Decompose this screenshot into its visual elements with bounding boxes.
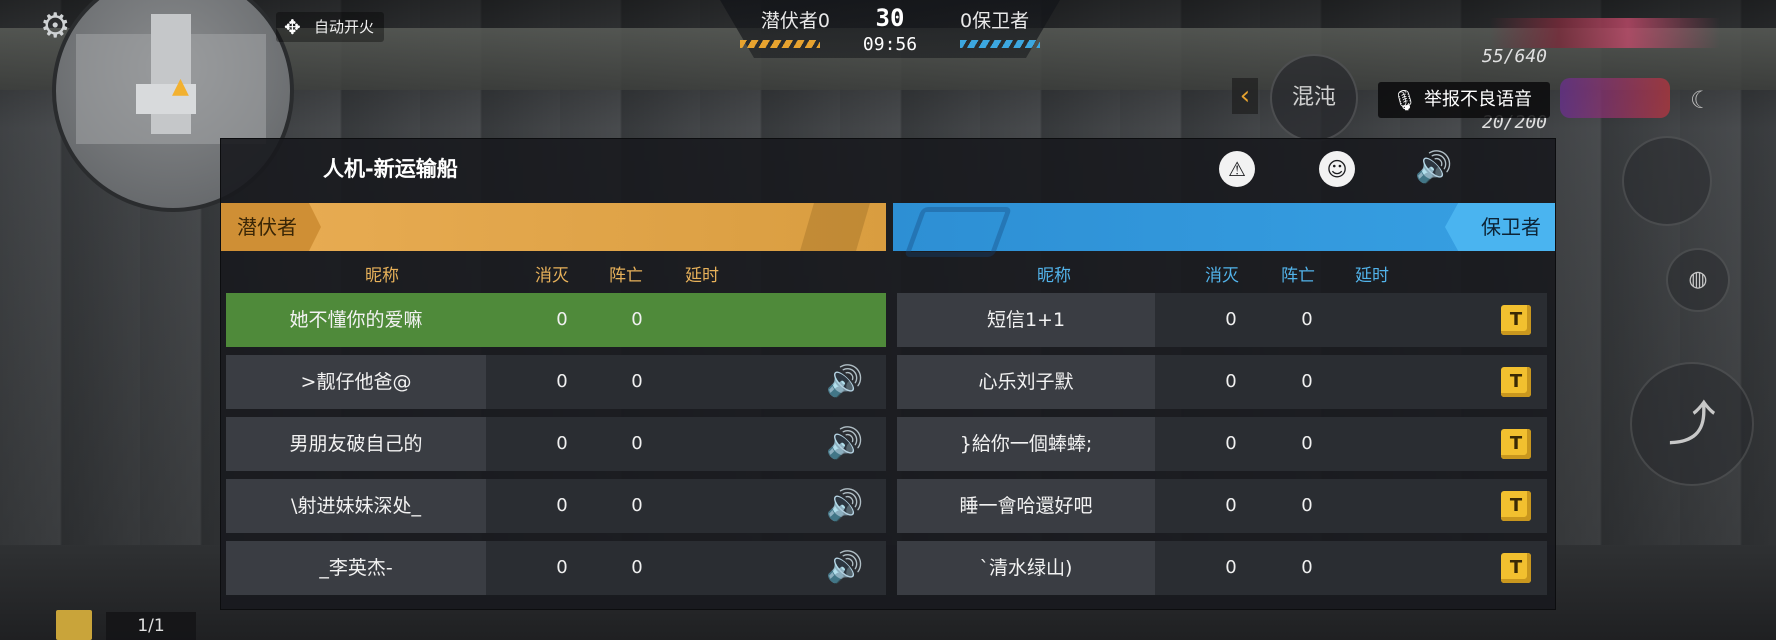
col-kills-right: 消灭 (1205, 266, 1239, 286)
player-kills: 0 (1225, 309, 1237, 330)
player-deaths: 0 (631, 433, 643, 454)
col-nickname-right: 昵称 (1037, 266, 1071, 286)
player-kills: 0 (1225, 557, 1237, 578)
panther-emblem-icon (800, 203, 870, 251)
player-name: \射进妹妹深处_ (226, 479, 486, 533)
speaker-icon[interactable]: 🔊 (826, 363, 863, 401)
shield-emblem-icon (903, 207, 1013, 257)
match-timer: 09:56 (862, 34, 918, 55)
target-score: 30 (875, 4, 905, 32)
t-badge-icon[interactable]: T (1501, 429, 1531, 459)
t-badge-icon[interactable]: T (1501, 553, 1531, 583)
report-voice-button[interactable]: 🎙 举报不良语音 (1378, 82, 1550, 118)
scoreboard-panel: 人机-新运输船 ⚠ ☺ 🔊 潜伏者 保卫者 昵称 消灭 阵亡 延时 昵称 消灭 … (220, 138, 1556, 610)
table-row[interactable]: \射进妹妹深处_ 0 0 🔊 (226, 479, 886, 533)
col-ping-left: 延时 (685, 266, 719, 286)
player-kills: 0 (556, 495, 568, 516)
player-position-icon: ▲ (172, 74, 189, 99)
t-badge-icon[interactable]: T (1501, 491, 1531, 521)
col-ping-right: 延时 (1355, 266, 1389, 286)
player-name: }給你一個蜯蜯; (897, 417, 1155, 471)
player-kills: 0 (556, 433, 568, 454)
auto-fire-label: 自动开火 (314, 18, 375, 36)
player-deaths: 0 (1301, 495, 1313, 516)
jump-button[interactable]: ⤴ (1630, 362, 1754, 486)
table-row[interactable]: >靓仔他爸@ 0 0 🔊 (226, 355, 886, 409)
player-deaths: 0 (631, 495, 643, 516)
speaker-icon[interactable]: 🔊 (1415, 151, 1452, 187)
grenade-skill-button[interactable] (1622, 136, 1712, 226)
player-deaths: 0 (1301, 371, 1313, 392)
team-left-points: 0 (817, 10, 830, 32)
t-badge-icon[interactable]: T (1501, 367, 1531, 397)
player-name: 短信1+1 (897, 293, 1155, 347)
item-count: 1/1 (106, 612, 196, 640)
item-icon[interactable] (56, 610, 92, 640)
player-kills: 0 (1225, 495, 1237, 516)
col-deaths-right: 阵亡 (1281, 266, 1315, 286)
crosshair-icon: ✥ (284, 15, 301, 39)
grenade-icon[interactable]: ◍ (1666, 248, 1730, 312)
mode-button[interactable]: 混沌 (1270, 54, 1358, 142)
primary-weapon-icon[interactable] (1490, 18, 1720, 48)
team-left-name: 潜伏者 (760, 10, 818, 32)
warning-icon[interactable]: ⚠ (1219, 151, 1255, 187)
map-title: 人机-新运输船 (323, 157, 458, 181)
speaker-icon[interactable]: 🔊 (826, 549, 863, 587)
player-name: _李英杰- (226, 541, 486, 595)
team-left-score: 潜伏者0 (720, 6, 830, 33)
table-row[interactable]: 短信1+1 0 0 T (897, 293, 1547, 347)
player-deaths: 0 (631, 557, 643, 578)
table-row[interactable]: 她不懂你的爱嘛 0 0 (226, 293, 886, 347)
col-deaths-left: 阵亡 (609, 266, 643, 286)
player-deaths: 0 (1301, 557, 1313, 578)
player-kills: 0 (1225, 433, 1237, 454)
player-deaths: 0 (1301, 309, 1313, 330)
chevron-left-icon[interactable]: ‹ (1232, 78, 1258, 114)
speaker-icon[interactable]: 🔊 (826, 487, 863, 525)
player-name: 心乐刘子默 (897, 355, 1155, 409)
player-deaths: 0 (631, 309, 643, 330)
team-right-points: 0 (960, 10, 973, 32)
auto-fire-toggle[interactable]: ✥ 自动开火 (276, 12, 385, 42)
player-kills: 0 (556, 371, 568, 392)
player-name: 睡一會哈還好吧 (897, 479, 1155, 533)
scoreboard-header: 人机-新运输船 ⚠ ☺ 🔊 (221, 139, 1555, 203)
t-badge-icon[interactable]: T (1501, 305, 1531, 335)
secondary-weapon-icon[interactable] (1560, 78, 1670, 118)
report-voice-label: 举报不良语音 (1424, 89, 1532, 110)
team-banner-right: 保卫者 (893, 203, 1555, 257)
player-kills: 0 (556, 309, 568, 330)
player-deaths: 0 (631, 371, 643, 392)
col-kills-left: 消灭 (535, 266, 569, 286)
col-nickname-left: 昵称 (365, 266, 399, 286)
gear-icon[interactable]: ⚙ (40, 6, 70, 46)
table-row[interactable]: _李英杰- 0 0 🔊 (226, 541, 886, 595)
team-right-name: 保卫者 (972, 10, 1030, 32)
team-right-banner-name: 保卫者 (1445, 203, 1555, 251)
table-row[interactable]: 男朋友破自己的 0 0 🔊 (226, 417, 886, 471)
add-friend-icon[interactable]: ☺ (1319, 151, 1355, 187)
player-kills: 0 (556, 557, 568, 578)
team-banner-left: 潜伏者 (221, 203, 886, 251)
score-hud: 潜伏者0 30 0保卫者 09:56 (720, 0, 1060, 60)
player-name: `清水绿山) (897, 541, 1155, 595)
table-row[interactable]: `清水绿山) 0 0 T (897, 541, 1547, 595)
phone-icon[interactable]: ☾ (1690, 86, 1712, 114)
player-deaths: 0 (1301, 433, 1313, 454)
team-left-banner-name: 潜伏者 (221, 203, 321, 251)
primary-ammo: 55/640 (1482, 46, 1548, 67)
table-row[interactable]: 心乐刘子默 0 0 T (897, 355, 1547, 409)
player-name: >靓仔他爸@ (226, 355, 486, 409)
mic-icon: 🎙 (1392, 88, 1418, 112)
table-row[interactable]: }給你一個蜯蜯; 0 0 T (897, 417, 1547, 471)
player-name: 男朋友破自己的 (226, 417, 486, 471)
team-right-score: 0保卫者 (960, 6, 1070, 33)
player-kills: 0 (1225, 371, 1237, 392)
player-name: 她不懂你的爱嘛 (226, 293, 486, 347)
speaker-icon[interactable]: 🔊 (826, 425, 863, 463)
table-row[interactable]: 睡一會哈還好吧 0 0 T (897, 479, 1547, 533)
